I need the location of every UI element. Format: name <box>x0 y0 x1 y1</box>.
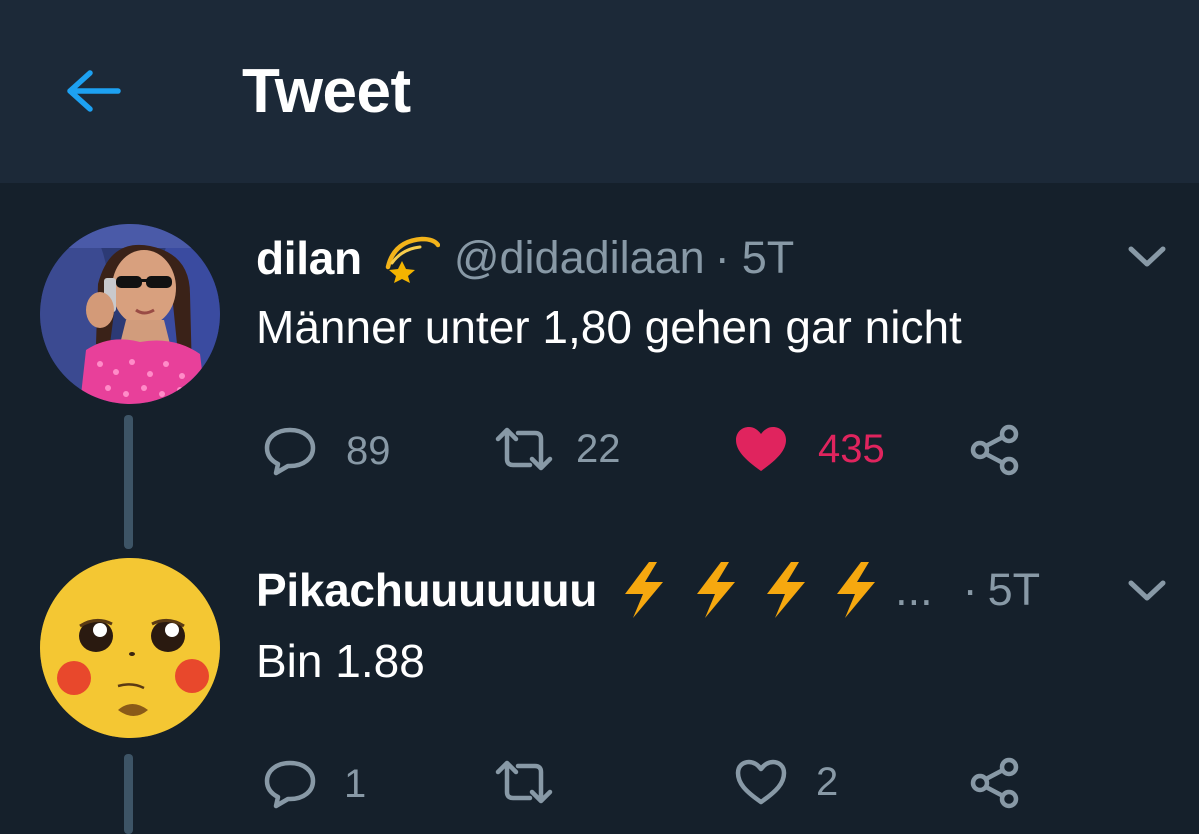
like-button[interactable]: 435 <box>734 425 885 473</box>
display-name[interactable]: Pikachuuuuuuu <box>256 563 597 617</box>
share-icon <box>970 424 1019 476</box>
tweet-text: Männer unter 1,80 gehen gar nicht <box>256 301 962 353</box>
share-icon <box>970 757 1019 809</box>
user-handle[interactable]: @didadilaan <box>454 232 705 284</box>
lightning-bolt-icon <box>619 560 879 620</box>
tweet-header: Pikachuuuuuuu ... · 5T <box>256 560 1040 620</box>
meta-separator: · <box>714 232 730 283</box>
timestamp: 5T <box>987 564 1041 615</box>
share-button[interactable] <box>968 755 1024 811</box>
tweet-text: Bin 1.88 <box>256 635 425 687</box>
tweet-reply[interactable]: Pikachuuuuuuu ... · 5T Bin 1.88 1 2 <box>0 540 1199 834</box>
reply-icon <box>264 760 316 809</box>
retweet-button[interactable] <box>494 758 572 806</box>
reply-button[interactable]: 1 <box>262 758 366 810</box>
avatar-pikachu-image <box>40 558 220 738</box>
thread-connector <box>124 754 133 834</box>
thread-connector <box>124 415 133 549</box>
tweet-main[interactable]: dilan @didadilaan · 5T Männer unter 1,80… <box>0 0 1199 549</box>
timestamp: 5T <box>741 232 795 283</box>
retweet-icon <box>495 427 553 471</box>
retweet-button[interactable]: 22 <box>494 425 621 473</box>
heart-outline-icon <box>735 759 787 805</box>
avatar-girl-image <box>40 224 220 404</box>
chevron-down-icon <box>1128 246 1166 267</box>
tweet-detail-screen: Tweet dilan @didadilaan · 5T Männer unte… <box>0 0 1199 834</box>
reply-count: 1 <box>344 761 367 806</box>
shooting-star-icon <box>382 233 440 283</box>
reply-count: 89 <box>346 428 391 473</box>
like-count: 2 <box>816 759 839 804</box>
avatar[interactable] <box>40 224 220 404</box>
name-truncation: ... <box>895 564 933 615</box>
like-count: 435 <box>818 426 885 471</box>
tweet-menu-button[interactable] <box>1124 242 1170 272</box>
reply-icon <box>264 427 316 476</box>
retweet-icon <box>495 760 553 804</box>
chevron-down-icon <box>1128 580 1166 601</box>
like-button[interactable]: 2 <box>734 758 838 806</box>
meta-separator: · <box>962 564 978 615</box>
heart-filled-icon <box>736 427 786 471</box>
retweet-count: 22 <box>576 426 621 471</box>
reply-button[interactable]: 89 <box>262 425 391 477</box>
avatar[interactable] <box>40 558 220 738</box>
tweet-menu-button[interactable] <box>1124 576 1170 606</box>
share-button[interactable] <box>968 422 1024 478</box>
tweet-header: dilan @didadilaan · 5T <box>256 228 794 288</box>
display-name[interactable]: dilan <box>256 231 362 285</box>
